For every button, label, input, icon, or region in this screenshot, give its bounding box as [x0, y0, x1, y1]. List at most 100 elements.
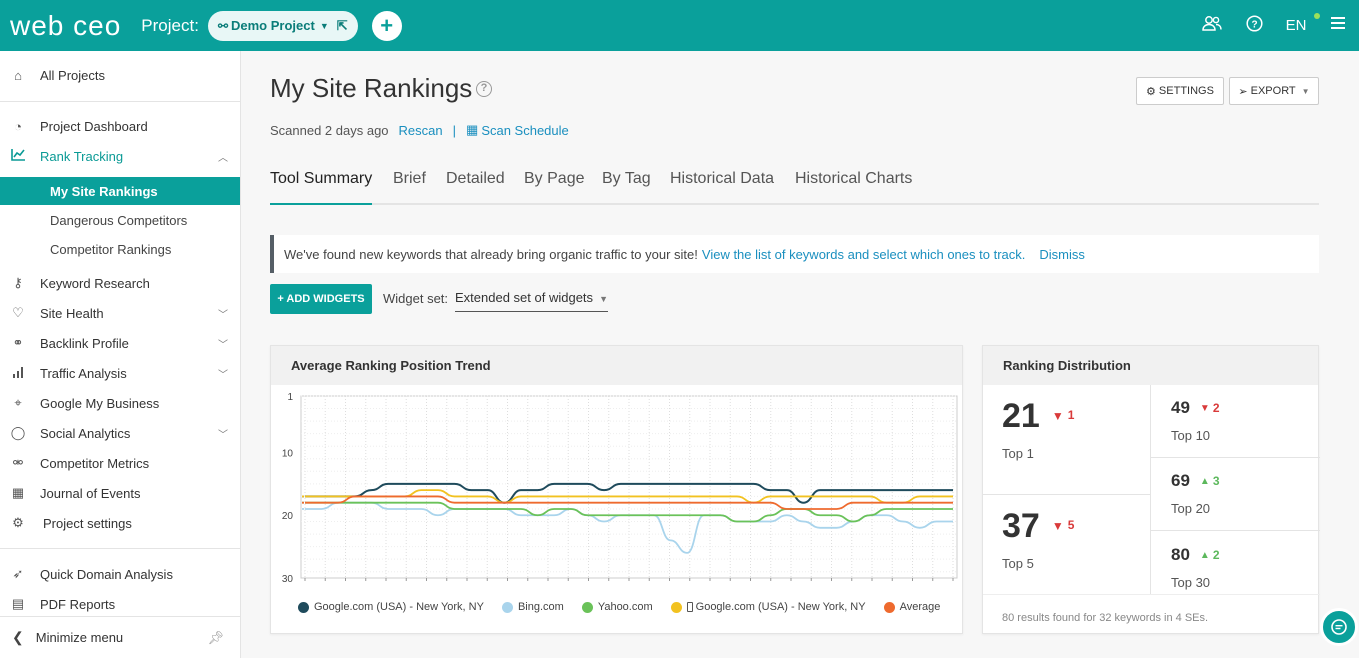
caret-down-icon: ▼ — [599, 294, 608, 304]
sidebar-sub-my-site-rankings[interactable]: My Site Rankings — [0, 177, 240, 205]
rocket-icon: ➶ — [12, 566, 24, 581]
rank-chart-icon — [10, 148, 26, 164]
chart-legend: Google.com (USA) - New York, NY Bing.com… — [298, 601, 958, 613]
sidebar-item-label: Google My Business — [40, 395, 160, 411]
card-title: Average Ranking Position Trend — [271, 346, 962, 385]
sidebar-item-project-dashboard[interactable]: ◔ Project Dashboard — [0, 114, 240, 138]
top5-label: Top 5 — [1002, 556, 1034, 571]
hamburger-menu-icon[interactable] — [1317, 16, 1359, 35]
series-line-2 — [305, 501, 953, 523]
tab-historical-charts[interactable]: Historical Charts — [795, 170, 912, 205]
legend-item[interactable]: Average — [883, 601, 941, 613]
sidebar-item-pdf-reports[interactable]: ▤ PDF Reports — [0, 592, 240, 616]
help-icon[interactable]: ? — [1233, 14, 1275, 37]
chevron-up-icon: ︿ — [218, 152, 228, 164]
chat-support-button[interactable] — [1320, 608, 1358, 646]
divider — [1150, 385, 1151, 594]
scan-info: Scanned 2 days ago Rescan | ▦ Scan Sched… — [270, 122, 569, 138]
sidebar-sub-competitor-rankings[interactable]: Competitor Rankings — [0, 235, 240, 263]
rescan-link[interactable]: Rescan — [399, 123, 443, 138]
minimize-menu-button[interactable]: ❮ Minimize menu 📌︎ — [0, 616, 240, 658]
gear-icon: ⚙ — [1146, 85, 1156, 98]
up-arrow-icon: ▲ — [1199, 475, 1210, 487]
top10-label: Top 10 — [1171, 428, 1211, 443]
tab-tool-summary[interactable]: Tool Summary — [270, 170, 373, 205]
sidebar-item-traffic-analysis[interactable]: Traffic Analysis ﹀ — [0, 361, 240, 385]
sidebar-item-journal-of-events[interactable]: ▦ Journal of Events — [0, 481, 240, 505]
divider — [983, 494, 1150, 495]
new-keywords-notice: We've found new keywords that already br… — [270, 235, 1319, 273]
users-icon[interactable] — [1191, 15, 1233, 36]
share-icon: ⚯ — [217, 18, 228, 33]
legend-item[interactable]: Google.com (USA) - New York, NY — [670, 601, 866, 613]
map-pin-icon: ⌖ — [14, 395, 22, 410]
trend-chart: 1 10 20 30 — [282, 392, 958, 585]
legend-swatch — [883, 601, 895, 613]
add-project-button[interactable]: + — [371, 10, 402, 41]
help-icon[interactable]: ? — [476, 81, 492, 97]
tab-brief[interactable]: Brief — [393, 170, 426, 205]
top10-delta: 2 — [1212, 401, 1220, 415]
external-link-icon[interactable]: ⇱ — [337, 18, 348, 34]
sidebar-item-site-health[interactable]: ♡ Site Health ﹀ — [0, 301, 240, 325]
calendar-icon: ▦ — [466, 122, 479, 137]
mobile-phone-icon — [686, 602, 693, 612]
sidebar-item-label: Journal of Events — [40, 485, 141, 501]
widget-set-select[interactable]: Extended set of widgets ▼ — [455, 290, 608, 312]
tab-detailed[interactable]: Detailed — [446, 170, 505, 205]
sidebar-item-rank-tracking[interactable]: Rank Tracking ︿ — [0, 144, 240, 168]
scan-schedule-link[interactable]: Scan Schedule — [481, 123, 568, 138]
legend-item[interactable]: Bing.com — [501, 601, 564, 613]
paper-plane-icon: ➢ — [1238, 85, 1248, 98]
export-button[interactable]: ➢ EXPORT ▼ — [1229, 77, 1319, 105]
legend-item[interactable]: Yahoo.com — [581, 601, 653, 613]
project-selector[interactable]: ⚯ Demo Project ▼ ⇱ — [207, 10, 358, 41]
logo[interactable]: web ceo — [10, 11, 121, 40]
pin-icon[interactable]: 📌︎ — [207, 630, 224, 646]
sidebar-item-backlink-profile[interactable]: ⚭ Backlink Profile ﹀ — [0, 331, 240, 355]
top1-label: Top 1 — [1002, 446, 1034, 461]
top1-value: 21 — [1002, 397, 1040, 435]
legend-label: Average — [899, 601, 941, 613]
calendar-icon: ▦ — [11, 485, 25, 500]
add-widgets-button[interactable]: + ADD WIDGETS — [270, 284, 372, 314]
y-tick-label: 1 — [287, 392, 293, 403]
sidebar-item-label: All Projects — [40, 67, 106, 83]
separator: | — [452, 122, 457, 138]
legend-swatch — [670, 601, 682, 613]
tab-historical-data[interactable]: Historical Data — [670, 170, 774, 205]
chevron-down-icon: ﹀ — [218, 309, 228, 321]
key-icon: ⚷ — [13, 275, 23, 290]
top10-cell[interactable]: 49 ▼ 2 Top 10 — [1171, 398, 1220, 443]
sidebar-item-google-my-business[interactable]: ⌖ Google My Business — [0, 391, 240, 415]
top30-cell[interactable]: 80 ▲ 2 Top 30 — [1171, 545, 1220, 590]
sidebar-item-quick-domain-analysis[interactable]: ➶ Quick Domain Analysis — [0, 562, 240, 586]
top20-cell[interactable]: 69 ▲ 3 Top 20 — [1171, 471, 1220, 516]
dismiss-link[interactable]: Dismiss — [1039, 247, 1085, 262]
view-keywords-link[interactable]: View the list of keywords and select whi… — [702, 247, 1025, 262]
top20-value: 69 — [1171, 471, 1190, 490]
sidebar-item-label: Backlink Profile — [40, 335, 129, 351]
sidebar-item-competitor-metrics[interactable]: ⚮ Competitor Metrics — [0, 451, 240, 475]
chat-icon — [1331, 619, 1347, 635]
sidebar-item-all-projects[interactable]: ⌂ All Projects — [0, 63, 240, 87]
pdf-icon: ▤ — [11, 596, 25, 611]
tab-by-tag[interactable]: By Tag — [602, 170, 651, 205]
sidebar-item-label: Competitor Metrics — [40, 455, 150, 471]
top20-delta: 3 — [1212, 474, 1220, 488]
sidebar-item-social-analytics[interactable]: ◯ Social Analytics ﹀ — [0, 421, 240, 445]
link-icon: ⚭ — [12, 335, 24, 350]
top5-cell[interactable]: 37 ▼ 5 Top 5 — [1002, 507, 1074, 571]
legend-swatch — [501, 601, 513, 613]
sidebar-item-project-settings[interactable]: ⚙ Project settings — [0, 511, 240, 535]
sidebar-item-keyword-research[interactable]: ⚷ Keyword Research — [0, 271, 240, 295]
settings-button[interactable]: ⚙ SETTINGS — [1136, 77, 1224, 105]
sidebar-sub-dangerous-competitors[interactable]: Dangerous Competitors — [0, 206, 240, 234]
down-arrow-icon: ▼ — [1051, 519, 1064, 533]
legend-item[interactable]: Google.com (USA) - New York, NY — [298, 601, 484, 613]
tab-by-page[interactable]: By Page — [524, 170, 584, 205]
widget-set-value: Extended set of widgets — [455, 290, 594, 305]
top1-cell[interactable]: 21 ▼ 1 Top 1 — [1002, 397, 1074, 461]
language-selector[interactable]: EN — [1275, 17, 1317, 34]
sidebar-item-label: Traffic Analysis — [40, 365, 127, 381]
